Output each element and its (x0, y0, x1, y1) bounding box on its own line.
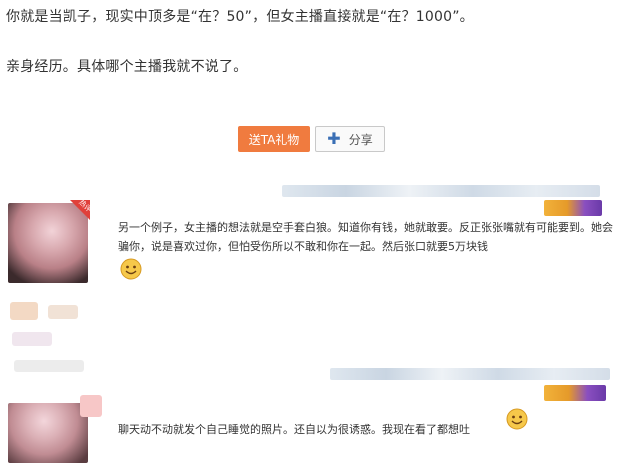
user-level-badge (544, 385, 606, 401)
comment-text: 另一个例子，女主播的想法就是空手套白狼。知道你有钱，她就敢要。反正张张嘴就有可能… (118, 221, 613, 253)
post-text-line-2: 亲身经历。具体哪个主播我就不说了。 (6, 59, 248, 75)
blurred-badge (14, 360, 84, 372)
blurred-badge (80, 395, 102, 417)
avatar[interactable] (8, 403, 88, 463)
share-button[interactable]: ✚ 分享 (315, 126, 385, 152)
post-text-line-1: 你就是当凯子，现实中顶多是“在？50”，但女主播直接就是“在？1000”。 (6, 9, 474, 25)
blurred-badge (48, 305, 78, 319)
blurred-username-bar (282, 185, 600, 197)
send-gift-label: 送TA礼物 (248, 132, 300, 147)
send-gift-button[interactable]: 送TA礼物 (238, 126, 310, 152)
blurred-badge (10, 302, 38, 320)
comment-text: 聊天动不动就发个自己睡觉的照片。还自以为很诱惑。我现在看了都想吐 (118, 423, 470, 436)
blurred-username-bar (330, 368, 610, 380)
plus-icon: ✚ (327, 129, 341, 148)
smile-emoji-icon (506, 408, 528, 430)
blurred-badge (12, 332, 52, 346)
smile-emoji-icon (120, 258, 142, 280)
share-label: 分享 (348, 132, 373, 147)
user-level-badge (544, 200, 602, 216)
